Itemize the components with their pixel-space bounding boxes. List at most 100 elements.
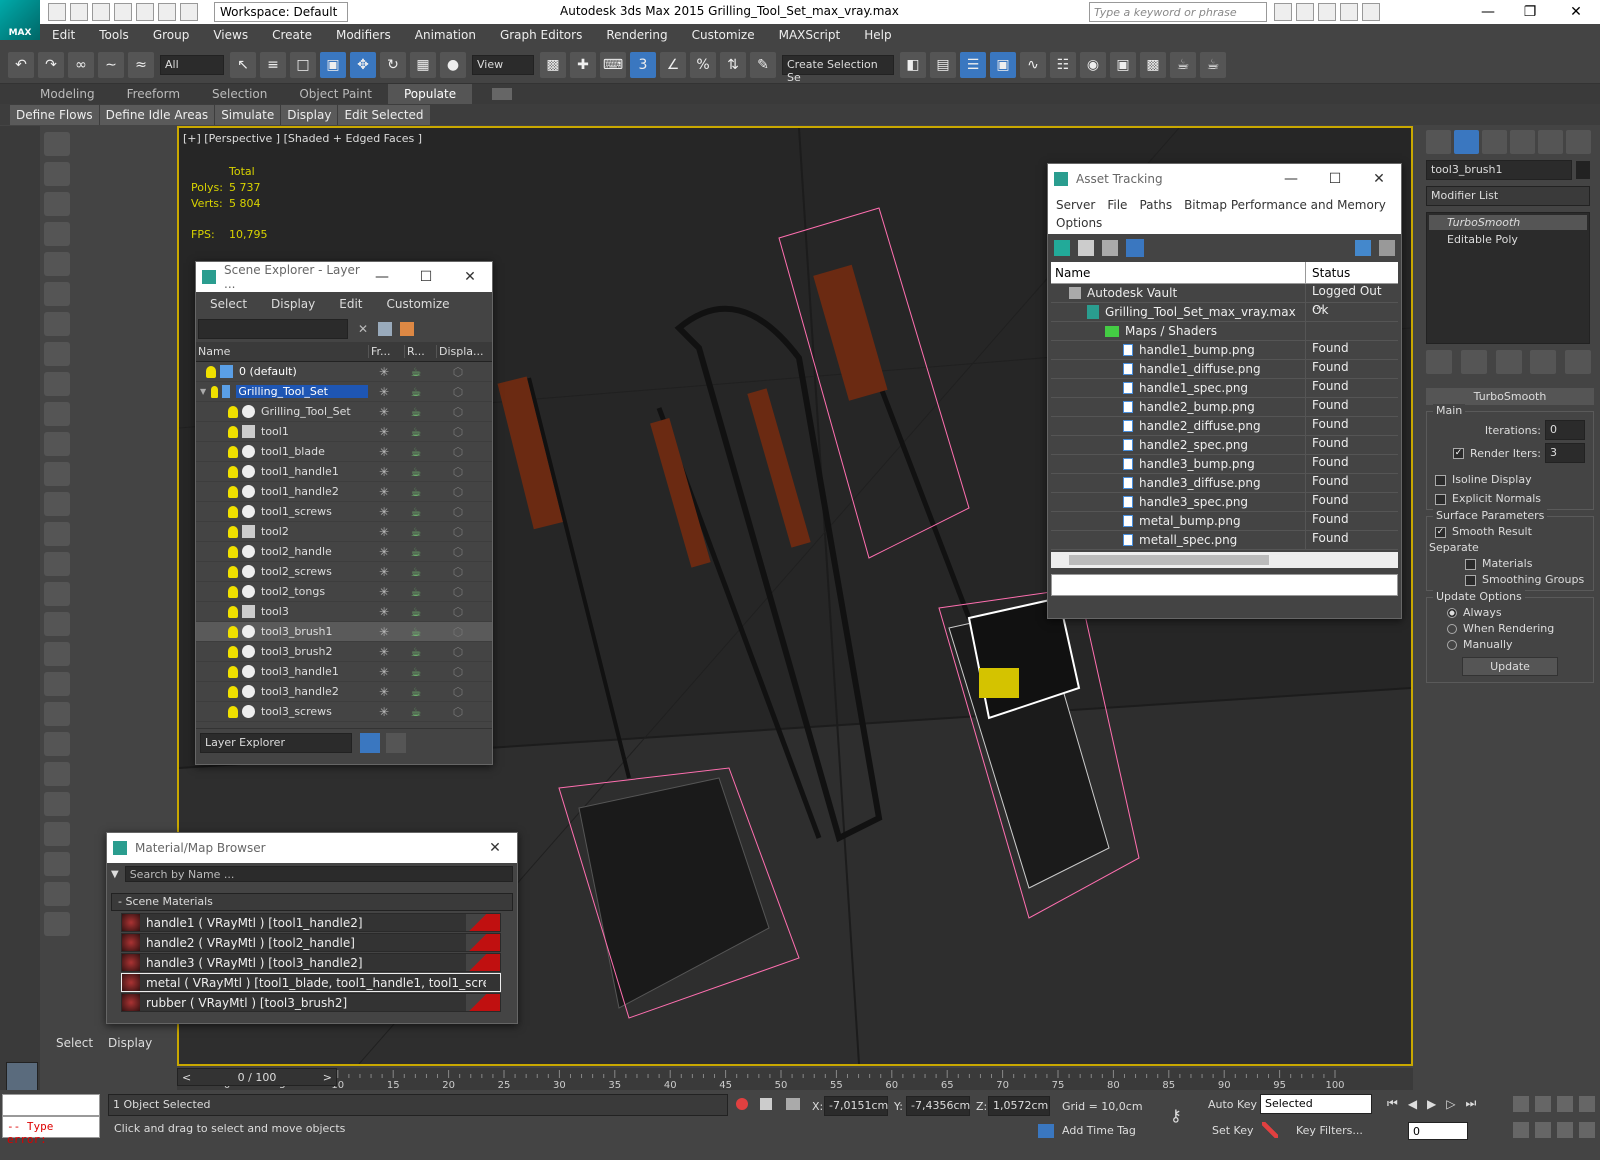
place-icon[interactable]: ● — [440, 51, 466, 78]
key-filters-button[interactable]: Key Filters... — [1296, 1124, 1363, 1137]
display-box-icon[interactable]: ⬡ — [432, 605, 484, 619]
material-row[interactable]: handle3 ( VRayMtl ) [tool3_handle2] — [121, 953, 501, 972]
asset-path-field[interactable] — [1051, 574, 1398, 596]
left-display-label[interactable]: Display — [108, 1036, 152, 1050]
asset-row[interactable]: handle2_spec.png Found — [1051, 436, 1398, 455]
col-display[interactable]: Displa... — [436, 345, 488, 358]
utilities-tab-icon[interactable] — [1566, 130, 1591, 154]
display-box-icon[interactable]: ⬡ — [432, 645, 484, 659]
display-tab-icon[interactable] — [1538, 130, 1563, 154]
curve-editor-icon[interactable]: ∿ — [1020, 51, 1046, 78]
select-and-move-icon[interactable]: ✥ — [350, 51, 376, 78]
minimize-button[interactable]: — — [1468, 0, 1508, 24]
graphite-toggle-icon[interactable]: ▣ — [990, 51, 1016, 78]
display-box-icon[interactable]: ⬡ — [432, 365, 484, 379]
align-icon[interactable]: ▤ — [930, 51, 956, 78]
sun-icon[interactable] — [44, 522, 70, 546]
go-to-start-icon[interactable]: ⏮ — [1387, 1096, 1398, 1111]
schematic-view-icon[interactable]: ☷ — [1050, 51, 1076, 78]
display-box-icon[interactable]: ⬡ — [432, 585, 484, 599]
y-coordinate[interactable]: -7,4356cm — [906, 1096, 970, 1116]
gear-icon[interactable] — [44, 672, 70, 696]
layer-row[interactable]: Grilling_Tool_Set ✳ ☕ ⬡ — [196, 402, 492, 422]
display-box-icon[interactable]: ⬡ — [432, 625, 484, 639]
layer-row[interactable]: tool2_screws ✳ ☕ ⬡ — [196, 562, 492, 582]
freeze-icon[interactable]: ✳ — [368, 445, 400, 459]
menu-group[interactable]: Group — [141, 24, 202, 46]
new-icon[interactable] — [48, 3, 66, 21]
freeze-icon[interactable]: ✳ — [368, 585, 400, 599]
keyword-search-input[interactable]: Type a keyword or phrase — [1089, 2, 1267, 22]
display-box-icon[interactable]: ⬡ — [432, 565, 484, 579]
help-circle-icon[interactable] — [44, 912, 70, 936]
freeze-icon[interactable]: ✳ — [368, 485, 400, 499]
ribbon-button-display[interactable]: Display — [281, 104, 338, 125]
asset-row[interactable]: handle1_spec.png Found — [1051, 379, 1398, 398]
ribbon-button-edit-selected[interactable]: Edit Selected — [338, 104, 430, 125]
zoom-extents-all-icon[interactable] — [1579, 1096, 1595, 1112]
freeze-icon[interactable]: ✳ — [368, 505, 400, 519]
ribbon-tab-freeform[interactable]: Freeform — [111, 84, 196, 104]
visibility-bulb-icon[interactable] — [228, 565, 238, 578]
paint-icon[interactable] — [44, 822, 70, 846]
freeze-icon[interactable]: ✳ — [368, 685, 400, 699]
set-key-button[interactable]: Set Key — [1212, 1124, 1254, 1137]
create-tab-icon[interactable] — [1426, 130, 1451, 154]
select-object-icon[interactable]: ↖ — [230, 51, 256, 78]
layer-row[interactable]: tool1_handle1 ✳ ☕ ⬡ — [196, 462, 492, 482]
favorites-icon[interactable] — [1318, 3, 1336, 21]
freeze-icon[interactable]: ✳ — [368, 425, 400, 439]
layers-icon[interactable] — [360, 732, 380, 753]
settings-icon[interactable] — [1379, 240, 1395, 256]
window-crossing-icon[interactable]: ▣ — [320, 51, 346, 78]
teapot-icon[interactable] — [44, 132, 70, 156]
render-teapot-icon[interactable]: ☕ — [400, 505, 432, 519]
select-by-name-icon[interactable]: ≡ — [260, 51, 286, 78]
menu-help[interactable]: Help — [852, 24, 903, 46]
layer-row[interactable]: tool3 ✳ ☕ ⬡ — [196, 602, 492, 622]
minimize-icon[interactable]: — — [360, 269, 404, 285]
display-box-icon[interactable]: ⬡ — [432, 685, 484, 699]
render-teapot-icon[interactable]: ☕ — [400, 565, 432, 579]
ribbon-tab-modeling[interactable]: Modeling — [24, 84, 111, 104]
layer-row[interactable]: 0 (default) ✳ ☕ ⬡ — [196, 362, 492, 382]
visibility-bulb-icon[interactable] — [228, 685, 238, 698]
clear-search-icon[interactable]: ✕ — [358, 322, 368, 336]
layer-row[interactable]: tool1_handle2 ✳ ☕ ⬡ — [196, 482, 492, 502]
freeze-icon[interactable]: ✳ — [368, 565, 400, 579]
zoom-all-icon[interactable] — [1535, 1096, 1551, 1112]
col-render[interactable]: R... — [404, 345, 436, 358]
undo-icon[interactable]: ↶ — [8, 51, 34, 78]
exchange-icon[interactable] — [1340, 3, 1358, 21]
render-teapot-icon[interactable]: ☕ — [400, 365, 432, 379]
show-end-result-icon[interactable] — [1460, 350, 1487, 374]
configure-sets-icon[interactable] — [1565, 350, 1591, 374]
render-teapot-icon[interactable]: ☕ — [400, 465, 432, 479]
visibility-bulb-icon[interactable] — [228, 585, 238, 598]
modify-tab-icon[interactable] — [1454, 130, 1479, 154]
close-icon[interactable]: ✕ — [473, 840, 517, 856]
angle-snap-icon[interactable]: ∠ — [660, 51, 686, 78]
close-icon[interactable]: ✕ — [448, 269, 492, 285]
selection-lock-icon[interactable] — [760, 1098, 772, 1110]
layer-row[interactable]: tool3_brush1 ✳ ☕ ⬡ — [196, 622, 492, 642]
always-radio[interactable] — [1447, 608, 1457, 618]
render-iters-spinner[interactable]: 3 — [1545, 443, 1585, 463]
grid-icon[interactable] — [44, 222, 70, 246]
hold-icon[interactable] — [158, 3, 176, 21]
stack-item-turbosmooth[interactable]: TurboSmooth — [1429, 215, 1587, 230]
bind-space-warp-icon[interactable]: ≈ — [128, 51, 154, 78]
visibility-bulb-icon[interactable] — [228, 665, 238, 678]
asset-row[interactable]: handle3_bump.png Found — [1051, 455, 1398, 474]
freeze-icon[interactable]: ✳ — [368, 365, 400, 379]
freeze-icon[interactable]: ✳ — [368, 465, 400, 479]
at-menu-file[interactable]: File — [1101, 196, 1133, 214]
turbosmooth-rollout-header[interactable]: TurboSmooth — [1426, 388, 1594, 405]
explicit-normals-checkbox[interactable] — [1435, 493, 1446, 505]
spacewarp-icon[interactable] — [44, 342, 70, 366]
list-view-icon[interactable] — [1078, 240, 1094, 256]
display-box-icon[interactable]: ⬡ — [432, 705, 484, 719]
image-icon[interactable] — [44, 162, 70, 186]
workspace-dropdown[interactable]: Workspace: Default — [214, 2, 348, 22]
render-iterative-icon[interactable]: ☕ — [1200, 51, 1226, 78]
